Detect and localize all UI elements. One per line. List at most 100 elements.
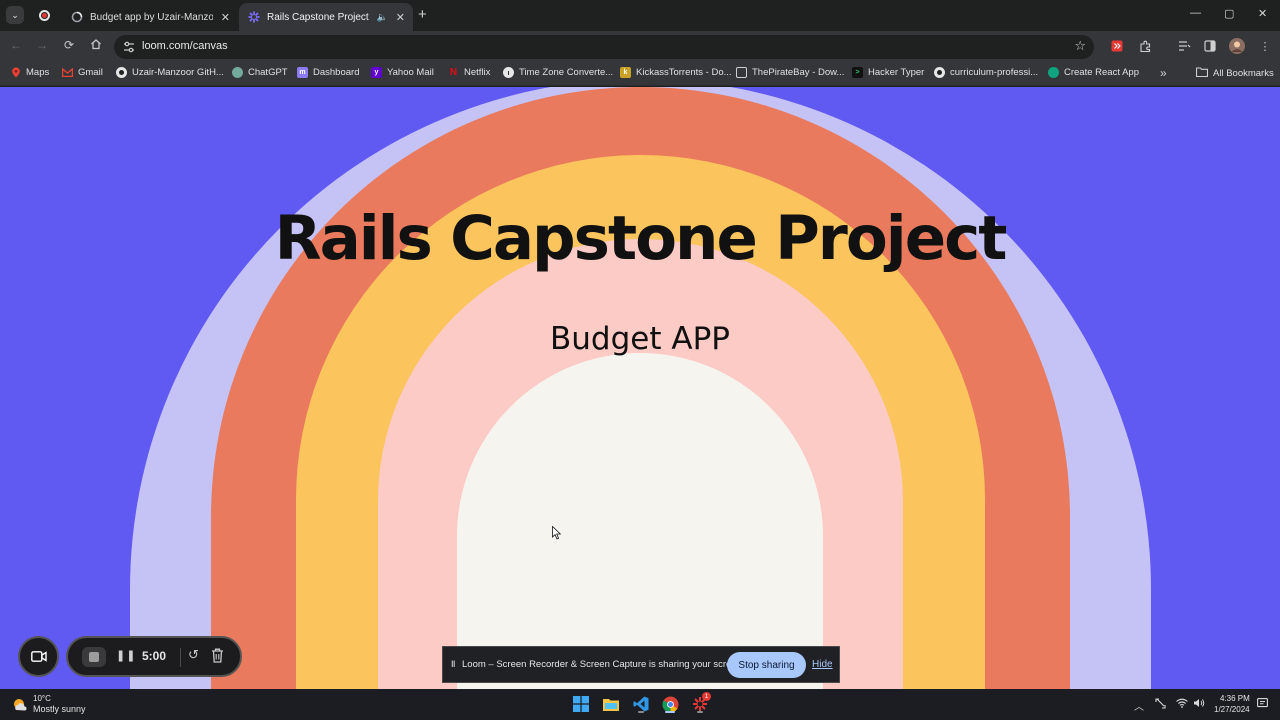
hide-link[interactable]: Hide — [812, 659, 833, 670]
bookmark-star-icon[interactable]: ☆ — [1074, 38, 1086, 54]
loom-camera-button[interactable] — [18, 636, 59, 677]
netflix-icon: N — [449, 67, 458, 78]
drag-handle-icon[interactable]: ‖ — [451, 659, 455, 669]
windows-taskbar: 10°C Mostly sunny 1 ︿ 4:36 PM 1/27/2024 — [0, 689, 1280, 720]
address-bar[interactable]: loom.com/canvas ☆ — [114, 35, 1094, 59]
bookmark-gmail[interactable]: Gmail — [62, 67, 103, 78]
more-bookmarks-chevron-icon[interactable]: » — [1160, 66, 1167, 80]
vscode-icon[interactable] — [631, 694, 651, 714]
notifications-icon[interactable] — [1257, 698, 1268, 712]
weather-temperature[interactable]: 10°C — [33, 694, 51, 703]
side-panel-icon[interactable] — [1203, 39, 1217, 53]
close-window-button[interactable]: ✕ — [1258, 7, 1267, 20]
bookmark-label: Create React App — [1064, 67, 1139, 78]
extensions-puzzle-icon[interactable] — [1138, 39, 1152, 53]
url-text[interactable]: loom.com/canvas — [142, 40, 228, 52]
bookmark-label: curriculum-professi... — [950, 67, 1039, 78]
windows-start-icon[interactable] — [571, 694, 591, 714]
page-title: Rails Capstone Project — [274, 203, 1008, 274]
usb-icon[interactable] — [1155, 698, 1166, 712]
react-icon — [1048, 67, 1059, 78]
new-tab-button[interactable]: + — [418, 7, 427, 23]
reload-icon[interactable]: ⟳ — [61, 38, 77, 52]
browser-toolbar: ← → ⟳ loom.com/canvas ☆ ⋮ — [0, 31, 1280, 62]
more-menu-icon[interactable]: ⋮ — [1258, 39, 1272, 53]
loading-icon — [70, 11, 83, 24]
clock-time[interactable]: 4:36 PM — [1220, 694, 1250, 703]
bookmark-create-react-app[interactable]: Create React App — [1048, 67, 1139, 78]
wifi-icon[interactable] — [1176, 698, 1188, 711]
trash-icon[interactable] — [211, 648, 224, 663]
bookmark-label: ChatGPT — [248, 67, 288, 78]
tab-close-icon[interactable]: ✕ — [396, 11, 405, 24]
bookmark-label: Dashboard — [313, 67, 360, 78]
stop-recording-button[interactable] — [82, 647, 106, 667]
bookmark-label: ThePirateBay - Dow... — [752, 67, 845, 78]
restart-icon[interactable]: ↺ — [188, 647, 199, 663]
loom-canvas: Rails Capstone Project Budget APP ❚❚ 5:0… — [0, 87, 1280, 689]
bookmark-label: Yahoo Mail — [387, 67, 434, 78]
chatgpt-icon — [232, 67, 243, 78]
back-arrow-icon[interactable]: ← — [8, 38, 24, 52]
profile-avatar[interactable] — [1229, 38, 1245, 54]
chevron-up-icon[interactable]: ︿ — [1134, 698, 1144, 713]
bookmark-time-zone[interactable]: Time Zone Converte... — [503, 67, 613, 78]
bookmark-dashboard[interactable]: m Dashboard — [297, 67, 359, 78]
running-indicator — [697, 711, 703, 713]
folder-icon — [1195, 67, 1209, 80]
mouse-cursor-icon — [552, 526, 562, 540]
bookmark-maps[interactable]: Maps — [10, 67, 49, 78]
file-explorer-icon[interactable] — [601, 694, 621, 714]
sharing-message: Loom – Screen Recorder & Screen Capture … — [462, 659, 745, 670]
home-icon[interactable] — [88, 38, 104, 53]
stop-sharing-button[interactable]: Stop sharing — [727, 652, 806, 678]
loom-logo-icon — [247, 11, 260, 24]
recording-timer: 5:00 — [142, 649, 167, 663]
github-icon — [934, 67, 945, 78]
minimize-button[interactable]: — — [1190, 7, 1201, 19]
bookmark-label: Hacker Typer — [868, 67, 925, 78]
extension-red-icon[interactable] — [1110, 39, 1124, 53]
maximize-button[interactable]: ▢ — [1224, 7, 1234, 20]
bookmarks-bar: Maps Gmail Uzair-Manzoor GitH... ChatGPT… — [0, 62, 1280, 86]
pause-icon[interactable]: ❚❚ — [116, 649, 136, 662]
media-control-icon[interactable] — [1177, 39, 1191, 53]
all-bookmarks-label: All Bookmarks — [1213, 68, 1274, 79]
running-indicator — [638, 711, 644, 713]
all-bookmarks-button[interactable]: All Bookmarks — [1195, 67, 1274, 80]
github-icon — [116, 67, 127, 78]
tab-search-button[interactable]: ⌄ — [6, 6, 24, 24]
pinned-recording-tab[interactable] — [34, 7, 54, 24]
video-camera-icon — [30, 651, 47, 662]
tab-budget-app[interactable]: Budget app by Uzair-Manzoor ✕ — [62, 3, 238, 31]
bookmark-kickass[interactable]: k KickassTorrents - Do... — [620, 67, 732, 78]
record-icon — [38, 10, 50, 21]
page-subtitle: Budget APP — [550, 321, 730, 357]
bookmark-label: Uzair-Manzoor GitH... — [132, 67, 224, 78]
volume-icon[interactable] — [1193, 698, 1205, 711]
tab-rails-capstone[interactable]: Rails Capstone Project 🔈 ✕ — [239, 3, 413, 31]
bookmark-chatgpt[interactable]: ChatGPT — [232, 67, 288, 78]
tab-strip: ⌄ Budget app by Uzair-Manzoor ✕ Rails Ca… — [0, 0, 1280, 31]
clock-icon — [503, 67, 514, 78]
loom-taskbar-icon[interactable]: 1 — [690, 692, 711, 714]
site-info-icon[interactable] — [123, 40, 135, 54]
clock-date[interactable]: 1/27/2024 — [1214, 705, 1250, 714]
bookmark-label: Maps — [26, 67, 50, 78]
partly-sunny-icon[interactable] — [12, 697, 28, 713]
speaker-icon[interactable]: 🔈 — [377, 12, 388, 23]
chrome-icon[interactable] — [660, 694, 680, 714]
divider — [180, 648, 181, 667]
bookmark-piratebay[interactable]: ThePirateBay - Dow... — [736, 67, 844, 78]
bookmark-netflix[interactable]: N Netflix — [448, 67, 491, 78]
kickass-icon: k — [620, 67, 631, 78]
bookmark-github-profile[interactable]: Uzair-Manzoor GitH... — [116, 67, 224, 78]
bookmark-yahoo-mail[interactable]: y Yahoo Mail — [371, 67, 434, 78]
bookmark-curriculum[interactable]: curriculum-professi... — [934, 67, 1038, 78]
yahoo-icon: y — [371, 67, 382, 78]
tab-title: Rails Capstone Project — [267, 11, 369, 23]
forward-arrow-icon[interactable]: → — [34, 38, 50, 52]
bookmark-hacker-typer[interactable]: > Hacker Typer — [852, 67, 924, 78]
weather-description[interactable]: Mostly sunny — [33, 704, 86, 714]
tab-close-icon[interactable]: ✕ — [221, 11, 230, 24]
